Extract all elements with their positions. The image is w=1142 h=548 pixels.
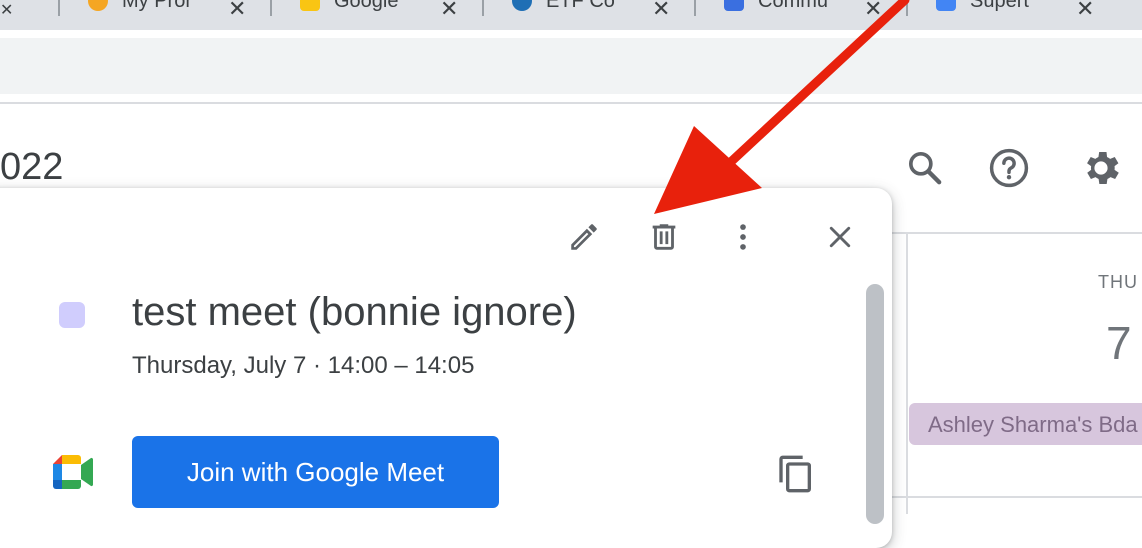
- event-title: test meet (bonnie ignore): [132, 290, 577, 334]
- tab-close-icon[interactable]: ✕: [864, 0, 882, 22]
- header-date-title: 022: [0, 146, 64, 188]
- browser-tab[interactable]: Commu ✕: [696, 0, 906, 21]
- copy-icon[interactable]: [772, 450, 820, 498]
- favicon-icon: [936, 0, 956, 11]
- day-name-label: THU: [1098, 272, 1138, 292]
- toolbar-divider: [0, 102, 1142, 104]
- favicon-icon: [300, 0, 320, 11]
- tab-title: Google: [334, 0, 399, 12]
- google-meet-icon: [53, 455, 94, 489]
- browser-tab[interactable]: Supert ✕: [908, 0, 1142, 21]
- tab-title: My Pror: [122, 0, 192, 12]
- delete-icon[interactable]: [642, 215, 686, 259]
- tab-close-icon[interactable]: ✕: [652, 0, 670, 22]
- join-google-meet-button[interactable]: Join with Google Meet: [132, 436, 499, 508]
- event-date-time: Thursday, July 7 · 14:00 – 14:05: [132, 352, 475, 379]
- allday-event-chip[interactable]: Ashley Sharma's Bda: [909, 403, 1142, 445]
- calendar-grid-line: [892, 496, 1142, 498]
- help-icon[interactable]: [987, 146, 1031, 190]
- browser-tab[interactable]: My Pror ✕: [60, 0, 270, 21]
- address-bar[interactable]: [0, 38, 1142, 94]
- tab-close-icon[interactable]: ✕: [440, 0, 458, 22]
- search-icon[interactable]: [903, 146, 947, 190]
- allday-event-label: Ashley Sharma's Bda: [928, 412, 1138, 437]
- tab-close-icon[interactable]: ✕: [1076, 0, 1094, 22]
- tab-close-icon[interactable]: ✕: [228, 0, 246, 22]
- favicon-icon: [512, 0, 532, 11]
- day-number[interactable]: 7: [1106, 316, 1132, 370]
- calendar-grid-line: [906, 234, 908, 514]
- close-icon[interactable]: [818, 215, 862, 259]
- more-options-icon[interactable]: [721, 215, 765, 259]
- browser-tab[interactable]: Google ✕: [272, 0, 482, 21]
- tab-title: Supert: [970, 0, 1029, 12]
- popup-scrollbar[interactable]: [866, 284, 884, 524]
- browser-toolbar: [0, 30, 1142, 102]
- settings-icon[interactable]: [1079, 146, 1123, 190]
- edit-icon[interactable]: [562, 215, 606, 259]
- tab-close-icon[interactable]: ✕: [0, 2, 13, 19]
- tab-title: Commu: [758, 0, 829, 12]
- tab-title: ETF Co: [546, 0, 615, 12]
- calendar-grid-line: [892, 232, 1142, 234]
- browser-tab-strip: ✕ My Pror ✕ Google ✕ ETF Co ✕ Commu ✕ Su…: [0, 0, 1142, 30]
- browser-tab[interactable]: ETF Co ✕: [484, 0, 694, 21]
- event-color-swatch: [59, 302, 85, 328]
- favicon-icon: [724, 0, 744, 11]
- favicon-icon: [88, 0, 108, 11]
